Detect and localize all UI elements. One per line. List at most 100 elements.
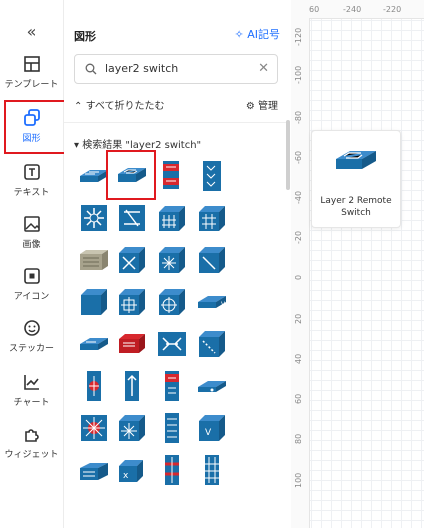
ruler-tick: -60 [294,150,303,164]
shape-router-switch-red[interactable] [154,158,190,194]
rail-item-label: ウィジェット [4,450,59,460]
shape-cross-switch[interactable] [114,242,150,278]
shape-grid-switch-2[interactable] [194,200,230,236]
rail-item-label: チャート [13,398,50,408]
shape-snow-switch[interactable] [114,410,150,446]
ruler-tick: -80 [294,110,303,124]
shape-red-cross-tower[interactable] [154,452,190,488]
image-icon [23,216,40,232]
shape-rack-switch[interactable] [154,410,190,446]
shape-switch-tower[interactable] [194,158,230,194]
rail-item-template[interactable]: テンプレート [4,52,59,98]
rail-item-widget[interactable]: ウィジェット [4,422,59,468]
rail-item-label: テキスト [13,188,50,198]
manage-label: 管理 [258,101,278,112]
shape-small-flat-switch[interactable] [194,368,230,404]
ruler-tick: 60 [294,393,303,404]
collapse-all-label: すべて折りたたむ [85,101,165,112]
ruler-tick: 100 [294,472,303,488]
ruler-tick: -40 [294,190,303,204]
shape-route-switch-processor[interactable] [154,284,190,320]
ruler-tick: 0 [294,274,303,280]
shape-star-switch[interactable] [154,242,190,278]
canvas[interactable] [291,0,424,528]
rail-item-text[interactable]: テキスト [4,160,59,206]
chart-icon [23,375,39,390]
shape-results-grid: V V x [74,156,274,528]
ruler-tick: -240 [343,5,362,14]
shape-tall-red-switch[interactable] [76,368,112,404]
highlight-box [4,100,66,154]
layer2-remote-switch-icon [336,151,376,169]
search-box: ✕ [74,54,278,84]
panel-title: 図形 [74,30,96,43]
clear-search-icon[interactable]: ✕ [258,61,269,76]
shape-stacked-switch[interactable] [76,452,112,488]
shape-arrows-switch[interactable] [154,326,190,362]
shape-up-arrow-switch[interactable] [114,368,150,404]
shape-red-star-switch[interactable] [76,410,112,446]
template-icon [23,56,40,72]
vertical-ruler: -120 -100 -80 -60 -40 -20 0 20 40 60 80 … [291,18,310,528]
divider [64,122,290,123]
shape-atm-switch[interactable] [114,200,150,236]
shape-gray-device[interactable] [76,242,112,278]
widget-icon [24,429,39,442]
svg-text:x: x [123,471,129,481]
shape-grid-switch[interactable] [154,200,190,236]
ruler-tick: 80 [294,433,303,444]
rail-item-label: テンプレート [4,80,59,90]
shape-flat-switch[interactable] [76,326,112,362]
results-header[interactable]: ▾ 検索結果 "layer2 switch" [74,136,201,151]
shape-multi-arrow-switch[interactable] [114,284,150,320]
text-icon [23,164,40,180]
canvas-node-layer2-remote-switch[interactable]: Layer 2 Remote Switch [311,130,401,228]
icon-icon [23,268,40,284]
ruler-tick: -120 [294,27,303,46]
left-rail: « テンプレート 図形 テキスト 画像 アイコン ステッカー チャート ウィジェ… [0,0,66,528]
manage-button[interactable]: ⚙ 管理 [246,97,278,112]
sparkle-icon: ✧ [234,28,244,41]
ruler-tick: -100 [294,65,303,84]
shape-v-switch[interactable]: V [194,410,230,446]
rail-item-sticker[interactable]: ステッカー [4,316,59,362]
panel-scrollbar[interactable] [286,120,290,190]
node-label: Layer 2 Remote Switch [312,195,400,219]
collapse-rail-button[interactable]: « [0,22,63,41]
rail-item-label: アイコン [13,292,50,302]
collapse-all-button[interactable]: ⌃ すべて折りたたむ [74,97,164,112]
caret-down-icon: ▾ [74,140,80,151]
shape-x-switch[interactable]: x [114,452,150,488]
horizontal-ruler: 60 -240 -220 [291,0,424,19]
shape-grid-tower[interactable] [194,452,230,488]
node-label-line1: Layer 2 Remote [320,196,392,206]
ai-symbol-button[interactable]: ✧ AI記号 [235,26,281,42]
rail-item-label: ステッカー [8,344,54,354]
rail-item-image[interactable]: 画像 [4,212,59,258]
shapes-panel: 図形 ✧ AI記号 ✕ ⌃ すべて折りたたむ ⚙ 管理 ▾ 検索結果 "laye… [64,0,290,528]
sticker-icon [23,320,40,336]
ruler-tick: -20 [294,230,303,244]
shape-flat-switch-v[interactable]: V [194,284,230,320]
gear-icon: ⚙ [245,101,255,112]
ruler-tick: -220 [383,5,402,14]
ruler-tick: 20 [294,313,303,324]
ruler-tick: 60 [309,5,320,14]
shape-cube-switch[interactable] [76,284,112,320]
ai-symbol-label: AI記号 [247,28,280,41]
rail-item-label: 画像 [22,240,41,250]
shape-dotted-diag-switch[interactable] [194,326,230,362]
search-input[interactable] [103,61,257,76]
shape-red-stack-switch[interactable] [154,368,190,404]
rail-item-icon[interactable]: アイコン [4,264,59,310]
double-chevron-up-icon: ⌃ [74,101,83,112]
highlight-box [106,150,156,200]
svg-text:V: V [205,428,212,438]
shape-multilayer-switch[interactable] [76,200,112,236]
shape-red-switch[interactable] [114,326,150,362]
node-label-line2: Switch [341,208,371,218]
shape-diag-switch[interactable] [194,242,230,278]
search-icon [85,63,97,75]
rail-item-chart[interactable]: チャート [4,370,59,416]
ruler-tick: 40 [294,353,303,364]
